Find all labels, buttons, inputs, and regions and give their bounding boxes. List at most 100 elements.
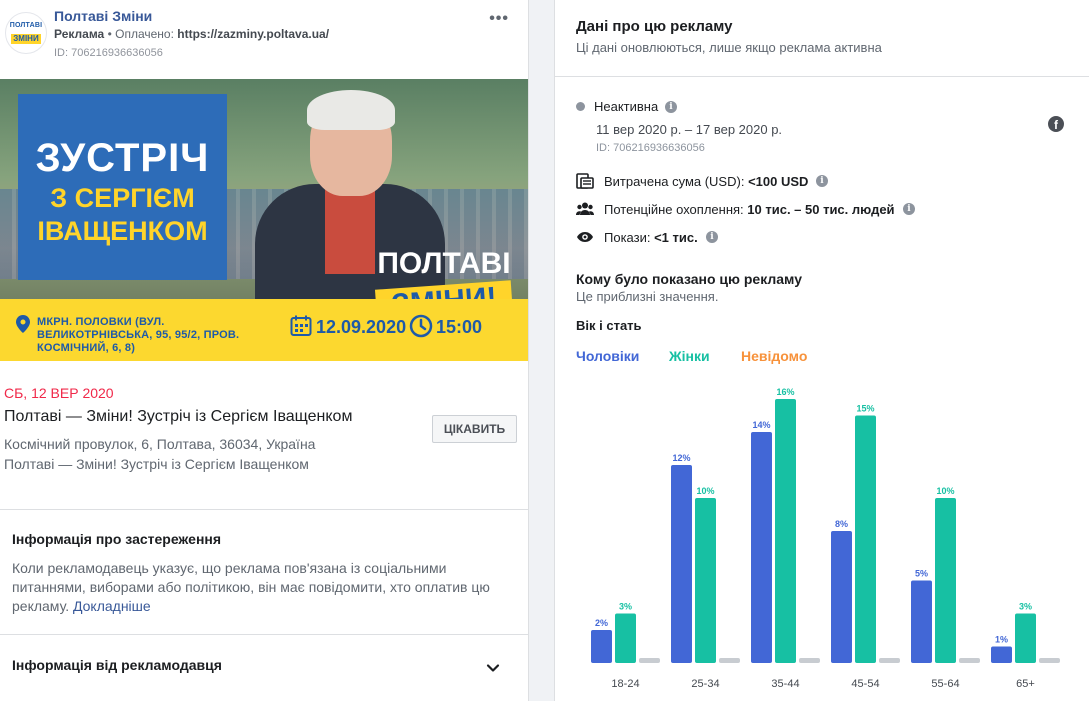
x-tick-label: 18-24 <box>611 678 639 690</box>
event-subtitle: Полтаві — Зміни! Зустріч із Сергієм Іващ… <box>4 456 309 472</box>
ad-meta: Реклама • Оплачено: https://zazminy.polt… <box>54 27 329 41</box>
more-options-icon[interactable]: ••• <box>489 10 509 28</box>
data-label-18-24-men: 2% <box>595 618 608 628</box>
age-gender-title: Вік і стать <box>576 318 642 333</box>
disclaimer-title: Інформація про застереження <box>12 531 222 547</box>
legend-women[interactable]: Жінки <box>669 348 710 364</box>
data-label-25-34-women: 10% <box>696 486 714 496</box>
people-icon <box>576 202 594 215</box>
ad-details-panel: Дані про цю рекламу Ці дані оновлюються,… <box>554 0 1089 701</box>
learn-more-link[interactable]: Докладніше <box>73 598 151 614</box>
post-header: ПОЛТАВІ ЗМІНИ Полтаві Зміни Реклама • Оп… <box>0 0 528 79</box>
reach-value: 10 тис. – 50 тис. людей <box>747 202 895 217</box>
paid-by-link[interactable]: https://zazminy.poltava.ua/ <box>177 27 329 41</box>
bar-35-44-unknown[interactable] <box>799 658 820 663</box>
impressions-label: Покази: <box>604 230 651 245</box>
about-ad-subtitle: Ці дані оновлюються, лише якщо реклама а… <box>576 40 882 55</box>
spend-text: Витрачена сума (USD): <100 USD <box>604 174 808 189</box>
data-label-18-24-women: 3% <box>619 602 632 612</box>
reach-text: Потенційне охоплення: 10 тис. – 50 тис. … <box>604 202 895 217</box>
bar-55-64-men[interactable] <box>911 580 932 664</box>
run-dates: 11 вер 2020 р. – 17 вер 2020 р. <box>596 122 783 137</box>
page-name-link[interactable]: Полтаві Зміни <box>54 8 152 24</box>
banner-headline-1: ЗУСТРІЧ <box>35 136 210 180</box>
banner-headline-3: ІВАЩЕНКОМ <box>37 216 208 246</box>
data-label-65+-women: 3% <box>1019 602 1032 612</box>
event-location: Космічний провулок, 6, Полтава, 36034, У… <box>4 436 316 452</box>
bar-25-34-unknown[interactable] <box>719 658 740 663</box>
data-label-35-44-men: 14% <box>752 420 770 430</box>
about-ad-title: Дані про цю рекламу <box>576 18 733 35</box>
spend-label: Витрачена сума (USD): <box>604 174 745 189</box>
facebook-icon: f <box>1048 116 1064 132</box>
paid-prefix: • Оплачено: <box>107 27 174 41</box>
x-tick-label: 25-34 <box>691 678 719 690</box>
x-tick-label: 45-54 <box>851 678 879 690</box>
banner-date: 12.09.2020 <box>316 317 407 337</box>
ad-id: ID: 706216936636056 <box>596 142 705 154</box>
data-label-45-54-men: 8% <box>835 519 848 529</box>
ad-preview-panel: ПОЛТАВІ ЗМІНИ Полтаві Зміни Реклама • Оп… <box>0 0 529 701</box>
bar-18-24-unknown[interactable] <box>639 658 660 663</box>
location-pin-icon <box>16 315 30 333</box>
impressions-value: <1 тис. <box>654 230 698 245</box>
spend-value: <100 USD <box>748 174 809 189</box>
banner-address: МКРН. ПОЛОВКИ (ВУЛ. ВЕЛИКОТРНІВСЬКА, 95,… <box>37 316 240 354</box>
bar-25-34-women[interactable] <box>695 498 716 663</box>
banner-headline-2: З СЕРГІЄМ <box>50 183 195 213</box>
chevron-down-icon[interactable] <box>485 660 501 676</box>
info-icon[interactable]: i <box>665 101 677 113</box>
data-label-55-64-men: 5% <box>915 569 928 579</box>
status-text: Неактивна <box>594 99 659 114</box>
info-icon[interactable]: i <box>903 203 915 215</box>
divider <box>0 634 528 635</box>
page-avatar[interactable]: ПОЛТАВІ ЗМІНИ <box>5 12 47 54</box>
person-hair <box>307 90 395 130</box>
x-tick-label: 35-44 <box>771 678 799 690</box>
advertiser-info-title[interactable]: Інформація від рекламодавця <box>12 657 222 673</box>
bar-65+-men[interactable] <box>991 646 1012 664</box>
ad-id: ID: 706216936636056 <box>54 47 163 59</box>
x-tick-label: 55-64 <box>931 678 959 690</box>
bar-55-64-women[interactable] <box>935 498 956 663</box>
data-label-45-54-women: 15% <box>856 404 874 414</box>
bar-45-54-women[interactable] <box>855 415 876 664</box>
status-dot-icon <box>576 102 585 111</box>
banner-time: 15:00 <box>436 317 483 337</box>
banner-info-bar: МКРН. ПОЛОВКИ (ВУЛ. ВЕЛИКОТРНІВСЬКА, 95,… <box>0 299 528 361</box>
info-icon[interactable]: i <box>706 231 718 243</box>
impressions-text: Покази: <1 тис. <box>604 230 698 245</box>
bar-35-44-women[interactable] <box>775 399 796 663</box>
eye-icon <box>577 232 593 242</box>
ad-banner-image[interactable]: ЗУСТРІЧ З СЕРГІЄМ ІВАЩЕНКОМ ПОЛТАВІ ЗМІН… <box>0 79 528 361</box>
bar-45-54-men[interactable] <box>831 531 852 663</box>
info-icon[interactable]: i <box>816 175 828 187</box>
clock-icon <box>409 314 433 338</box>
age-gender-chart: 2% 3% 18-24 12% 10% 25-34 14% 16% 35-44 8% 15% 45-5… <box>591 387 1060 690</box>
bar-35-44-men[interactable] <box>751 432 772 663</box>
divider <box>0 509 528 510</box>
data-label-55-64-women: 10% <box>936 486 954 496</box>
audience-subtitle: Це приблизні значення. <box>576 289 719 304</box>
divider <box>555 76 1089 77</box>
page-logo: ПОЛТАВІ ЗМІНИ <box>9 21 43 44</box>
reach-label: Потенційне охоплення: <box>604 202 744 217</box>
event-title[interactable]: Полтаві — Зміни! Зустріч із Сергієм Іващ… <box>4 408 352 426</box>
banner-logo-line1: ПОЛТАВІ <box>377 247 511 280</box>
event-date: СБ, 12 ВЕР 2020 <box>4 385 114 401</box>
bar-25-34-men[interactable] <box>671 465 692 663</box>
bar-55-64-unknown[interactable] <box>959 658 980 663</box>
bar-18-24-women[interactable] <box>615 613 636 664</box>
data-label-25-34-men: 12% <box>672 453 690 463</box>
sponsored-label: Реклама <box>54 27 105 41</box>
bar-18-24-men[interactable] <box>591 630 612 663</box>
interested-button[interactable]: ЦІКАВИТЬ <box>432 415 517 443</box>
bar-45-54-unknown[interactable] <box>879 658 900 663</box>
bar-65+-women[interactable] <box>1015 613 1036 664</box>
calendar-icon <box>290 315 312 336</box>
data-label-35-44-women: 16% <box>776 387 794 397</box>
bar-65+-unknown[interactable] <box>1039 658 1060 663</box>
legend-men[interactable]: Чоловіки <box>576 348 639 364</box>
legend-unknown[interactable]: Невідомо <box>741 348 807 364</box>
data-label-65+-men: 1% <box>995 635 1008 645</box>
